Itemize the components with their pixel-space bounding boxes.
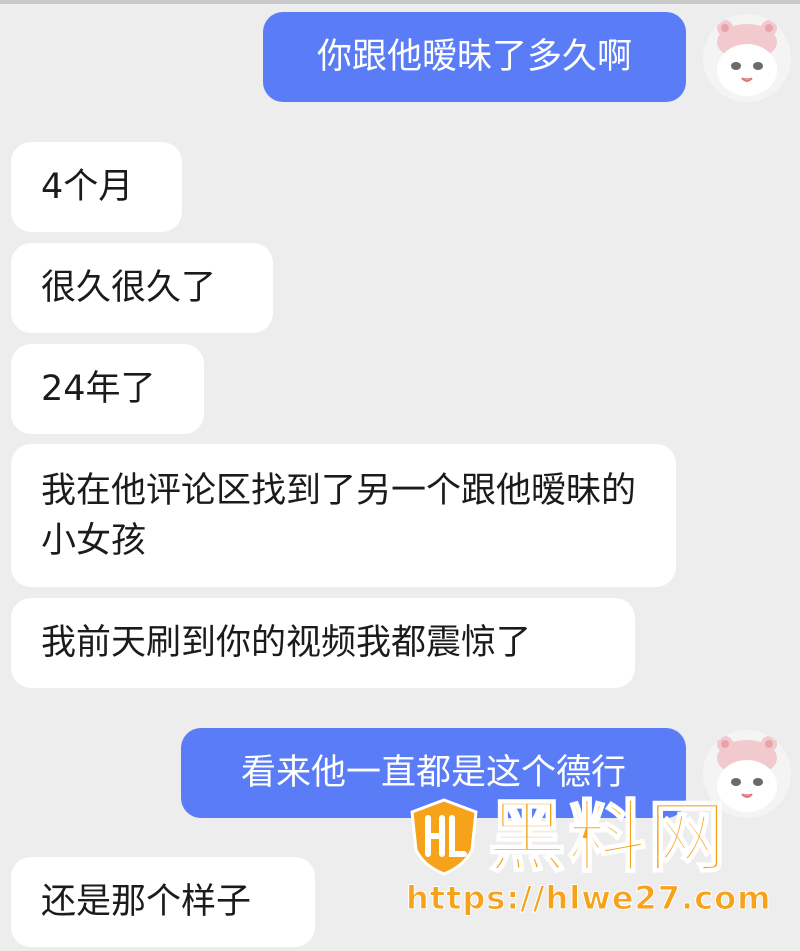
message-bubble-incoming[interactable]: 还是那个样子	[11, 857, 315, 947]
watermark-url: https://hlwe27.com	[406, 879, 772, 918]
message-bubble-incoming[interactable]: 我前天刷到你的视频我都震惊了	[11, 598, 635, 688]
message-text: 4个月	[41, 167, 134, 207]
message-bubble-outgoing[interactable]: 你跟他暧昧了多久啊	[263, 12, 686, 102]
message-text: 24年了	[41, 369, 156, 409]
message-bubble-incoming[interactable]: 24年了	[11, 344, 204, 434]
message-text: 还是那个样子	[41, 882, 252, 922]
message-bubble-incoming[interactable]: 我在他评论区找到了另一个跟他暧昧的小女孩	[11, 444, 676, 587]
message-bubble-incoming[interactable]: 4个月	[11, 142, 182, 232]
top-divider	[0, 0, 800, 4]
user-avatar-icon[interactable]	[703, 14, 791, 102]
message-text: 很久很久了	[41, 268, 217, 308]
message-text: 我前天刷到你的视频我都震惊了	[41, 623, 532, 663]
message-bubble-incoming[interactable]: 很久很久了	[11, 243, 273, 333]
hl-shield-logo-icon	[410, 798, 478, 876]
message-text: 我在他评论区找到了另一个跟他暧昧的小女孩	[41, 471, 637, 561]
message-text: 你跟他暧昧了多久啊	[316, 37, 632, 77]
watermark: 黑料网 https://hlwe27.com	[400, 790, 780, 930]
watermark-title: 黑料网	[487, 792, 729, 884]
